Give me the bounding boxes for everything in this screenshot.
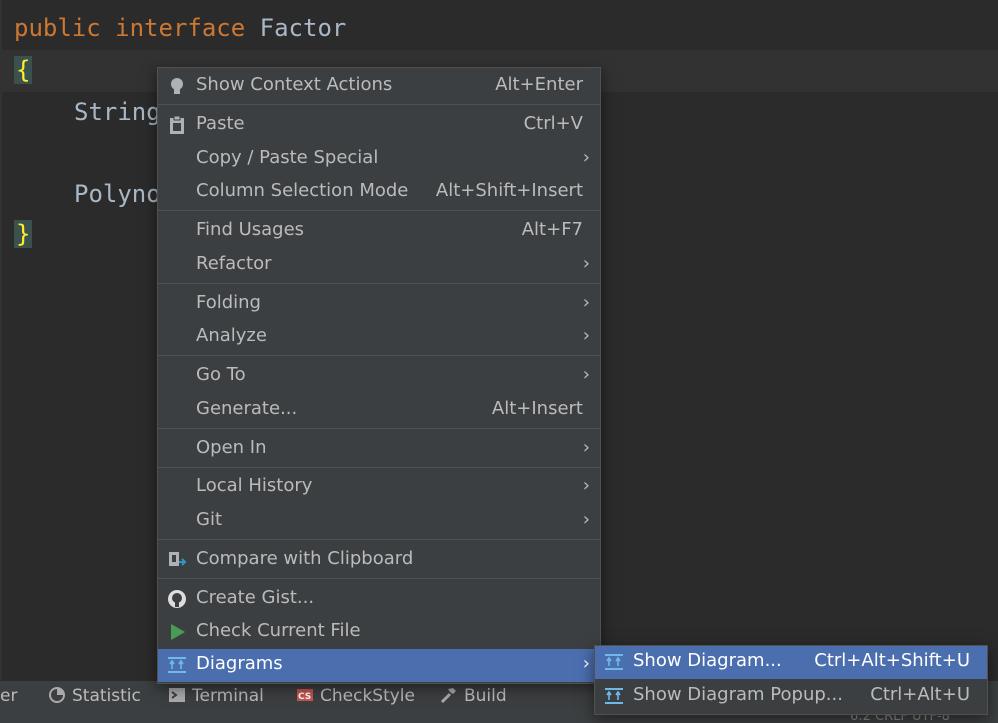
menu-item-shortcut: Ctrl+Alt+Shift+U	[814, 650, 970, 671]
menu-item-label: Show Context Actions	[196, 74, 393, 95]
menu-item-label: Folding	[196, 292, 261, 313]
github-icon	[168, 590, 186, 608]
menu-item-refactor[interactable]: Refactor ›	[158, 249, 600, 282]
statistic-icon	[49, 687, 65, 703]
menu-separator	[158, 104, 600, 105]
menu-item-shortcut: Ctrl+Alt+U	[870, 684, 970, 705]
tool-build[interactable]: Build	[440, 681, 507, 711]
menu-item-shortcut: Ctrl+V	[523, 113, 583, 134]
menu-item-label: Check Current File	[196, 620, 361, 641]
menu-item-label: Diagrams	[196, 653, 283, 674]
chevron-right-icon: ›	[582, 653, 590, 674]
keyword-interface: interface	[115, 14, 246, 42]
tool-checkstyle-label: CheckStyle	[320, 686, 415, 706]
menu-separator	[158, 283, 600, 284]
menu-separator	[158, 578, 600, 579]
menu-item-shortcut: Alt+Insert	[491, 398, 583, 419]
context-menu: Show Context Actions Alt+Enter Paste Ctr…	[157, 67, 601, 684]
terminal-icon	[169, 688, 185, 702]
menu-separator	[158, 355, 600, 356]
diagram-icon	[168, 657, 186, 673]
clipboard-icon	[170, 115, 184, 134]
menu-item-label: Find Usages	[196, 219, 305, 240]
menu-item-label: Show Diagram Popup...	[633, 684, 843, 705]
menu-item-git[interactable]: Git ›	[158, 505, 600, 538]
menu-item-label: Refactor	[196, 253, 272, 274]
menu-separator	[158, 428, 600, 429]
close-brace: }	[14, 220, 33, 248]
menu-item-shortcut: Alt+F7	[521, 219, 583, 240]
menu-item-copy-paste-special[interactable]: Copy / Paste Special ›	[158, 143, 600, 176]
tool-build-label: Build	[464, 686, 507, 706]
chevron-right-icon: ›	[582, 253, 590, 274]
menu-item-label: Analyze	[196, 325, 267, 346]
menu-item-label: Column Selection Mode	[196, 180, 409, 201]
menu-item-label: Go To	[196, 364, 246, 385]
diagram-icon	[605, 688, 623, 704]
code-line-6: }	[14, 220, 33, 248]
chevron-right-icon: ›	[582, 325, 590, 346]
chevron-right-icon: ›	[582, 292, 590, 313]
svg-text:CS: CS	[298, 692, 311, 702]
menu-item-check-current-file[interactable]: Check Current File	[158, 616, 600, 649]
code-line-2: {	[14, 56, 33, 84]
menu-item-show-context-actions[interactable]: Show Context Actions Alt+Enter	[158, 70, 600, 103]
menu-item-go-to[interactable]: Go To ›	[158, 360, 600, 393]
menu-item-show-diagram-popup[interactable]: Show Diagram Popup... Ctrl+Alt+U	[595, 680, 987, 713]
menu-separator	[158, 467, 600, 468]
menu-separator	[158, 539, 600, 540]
menu-item-analyze[interactable]: Analyze ›	[158, 321, 600, 354]
menu-item-label: Paste	[196, 113, 245, 134]
diagrams-submenu: Show Diagram... Ctrl+Alt+Shift+U Show Di…	[594, 645, 988, 715]
menu-item-shortcut: Alt+Enter	[495, 74, 583, 95]
open-brace: {	[14, 56, 33, 84]
tool-terminal[interactable]: Terminal	[168, 681, 264, 711]
menu-item-diagrams[interactable]: Diagrams ›	[158, 649, 600, 682]
menu-item-label: Local History	[196, 475, 313, 496]
interface-name: Factor	[259, 14, 347, 42]
code-line-1: public interface Factor	[14, 14, 346, 42]
play-icon	[171, 624, 185, 640]
menu-item-folding[interactable]: Folding ›	[158, 288, 600, 321]
tool-statistic-label: Statistic	[72, 686, 141, 706]
menu-item-label: Compare with Clipboard	[196, 548, 414, 569]
menu-item-label: Generate...	[196, 398, 298, 419]
code-line-3: String	[74, 98, 161, 126]
diagram-icon	[605, 654, 623, 670]
menu-item-label: Show Diagram...	[633, 650, 782, 671]
compare-icon	[169, 552, 187, 566]
code-line-5: Polyno	[74, 180, 161, 208]
menu-item-paste[interactable]: Paste Ctrl+V	[158, 109, 600, 142]
menu-item-column-selection-mode[interactable]: Column Selection Mode Alt+Shift+Insert	[158, 176, 600, 209]
chevron-right-icon: ›	[582, 364, 590, 385]
chevron-right-icon: ›	[582, 147, 590, 168]
menu-separator	[158, 210, 600, 211]
tool-terminal-label: Terminal	[192, 686, 264, 706]
chevron-right-icon: ›	[582, 475, 590, 496]
tool-partial[interactable]: er	[0, 681, 17, 711]
hammer-icon	[440, 688, 456, 704]
lightbulb-icon	[171, 78, 183, 94]
menu-item-local-history[interactable]: Local History ›	[158, 471, 600, 504]
menu-item-label: Create Gist...	[196, 587, 315, 608]
tool-checkstyle[interactable]: CS CheckStyle	[296, 681, 415, 711]
gutter	[0, 0, 2, 680]
keyword-public: public	[14, 14, 101, 42]
chevron-right-icon: ›	[582, 437, 590, 458]
menu-item-label: Open In	[196, 437, 267, 458]
menu-item-label: Copy / Paste Special	[196, 147, 379, 168]
menu-item-generate[interactable]: Generate... Alt+Insert	[158, 394, 600, 427]
menu-item-create-gist[interactable]: Create Gist...	[158, 583, 600, 616]
menu-item-compare-with-clipboard[interactable]: Compare with Clipboard	[158, 544, 600, 577]
menu-item-find-usages[interactable]: Find Usages Alt+F7	[158, 215, 600, 248]
tool-statistic[interactable]: Statistic	[48, 681, 141, 711]
menu-item-show-diagram[interactable]: Show Diagram... Ctrl+Alt+Shift+U	[595, 646, 987, 679]
menu-item-shortcut: Alt+Shift+Insert	[435, 180, 583, 201]
checkstyle-icon: CS	[297, 689, 313, 702]
chevron-right-icon: ›	[582, 509, 590, 530]
menu-item-open-in[interactable]: Open In ›	[158, 433, 600, 466]
menu-item-label: Git	[196, 509, 223, 530]
